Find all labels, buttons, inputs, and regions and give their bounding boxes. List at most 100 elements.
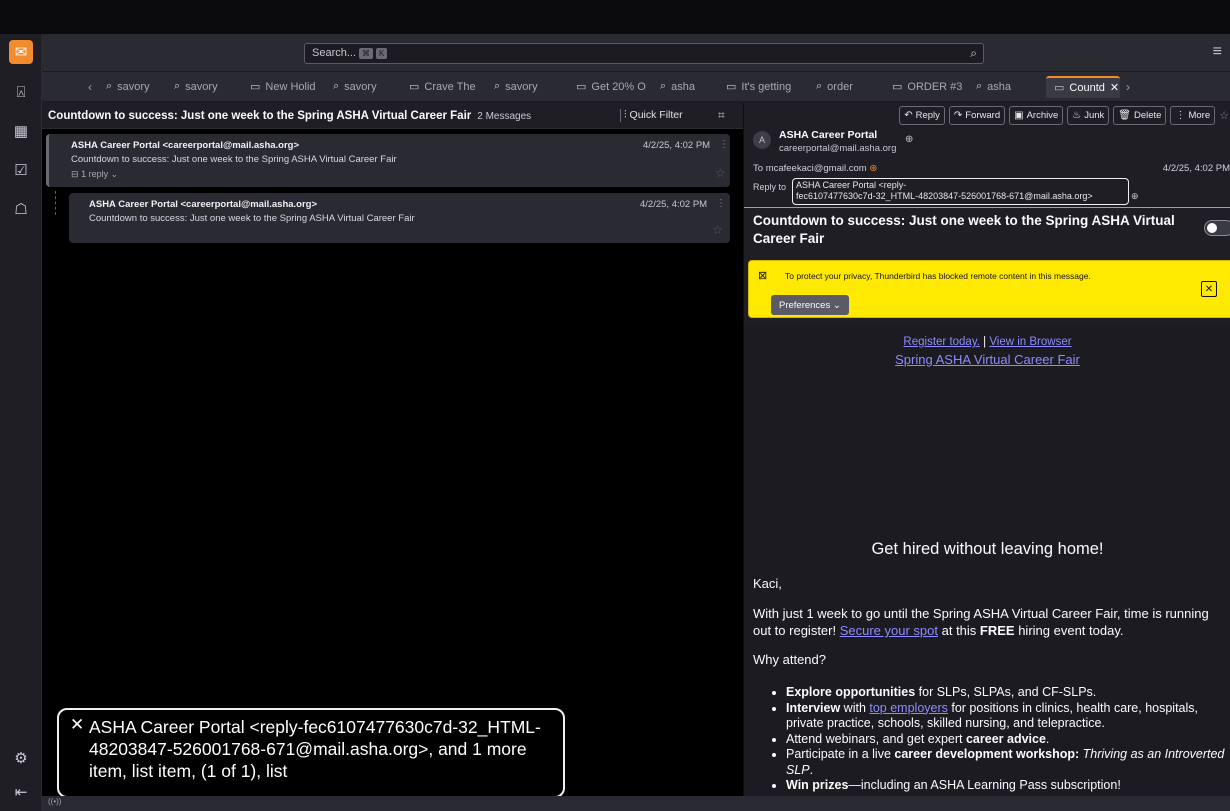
sender-email[interactable]: careerportal@mail.asha.org bbox=[779, 143, 896, 154]
tooltip-text: ASHA Career Portal <reply-fec6107477630c… bbox=[89, 717, 541, 781]
mail-icon[interactable]: ✉ bbox=[9, 40, 33, 64]
star-icon[interactable]: ☆ bbox=[1219, 109, 1229, 122]
thread-header: Countdown to success: Just one week to t… bbox=[42, 103, 743, 129]
career-fair-link[interactable]: Spring ASHA Virtual Career Fair bbox=[895, 352, 1080, 367]
tab-label: savory bbox=[117, 80, 150, 93]
spaces-toolbar: ✉ ⍓ ▦ ☑ ☖ ⚙ ⇤ bbox=[0, 34, 42, 811]
tab-label: asha bbox=[671, 80, 696, 93]
preferences-button[interactable]: Preferences ⌄ bbox=[771, 295, 849, 315]
search-icon: ⌕ bbox=[660, 80, 667, 92]
tab-label: New Holid bbox=[265, 80, 316, 93]
accessibility-tooltip: ✕ ASHA Career Portal <reply-fec610747763… bbox=[57, 708, 565, 798]
online-status-icon[interactable]: ((•)) bbox=[48, 797, 61, 806]
why-attend-heading: Why attend? bbox=[753, 652, 826, 667]
list-item: Interview with top employers for positio… bbox=[786, 701, 1230, 732]
benefits-list: Explore opportunities for SLPs, SLPAs, a… bbox=[776, 685, 1230, 794]
tab-label: asha bbox=[987, 80, 1012, 93]
calendar-icon[interactable]: ▦ bbox=[9, 119, 33, 143]
tab-label: Countd bbox=[1069, 81, 1105, 94]
thread-message-card[interactable]: ASHA Career Portal <careerportal@mail.as… bbox=[46, 134, 730, 187]
collapse-icon[interactable]: ⇤ bbox=[9, 780, 33, 804]
quick-filter-button[interactable]: ⫶ Quick Filter bbox=[624, 109, 683, 122]
recipient-email[interactable]: mcafeekaci@gmail.com bbox=[766, 163, 867, 174]
more-icon[interactable]: ⋮ bbox=[719, 139, 729, 150]
message-subject: Countdown to success: Just one week to t… bbox=[89, 213, 415, 224]
layout-icon[interactable]: ⌗ bbox=[718, 108, 725, 123]
dark-mode-toggle[interactable] bbox=[1204, 220, 1230, 236]
reply-count-icon: ⊟ bbox=[71, 169, 79, 179]
folder-icon: ▭ bbox=[892, 81, 903, 93]
list-item: Participate in a live career development… bbox=[786, 747, 1230, 778]
contact-badge-icon: ⊛ bbox=[869, 163, 878, 174]
to-line: To mcafeekaci@gmail.com ⊛ bbox=[753, 163, 878, 174]
junk-icon: ♨ bbox=[1072, 110, 1082, 121]
add-contact-icon[interactable]: ⊕ bbox=[905, 134, 913, 145]
tab[interactable]: ▭ Crave The bbox=[401, 76, 486, 98]
tab[interactable]: ▭ ORDER #3 bbox=[884, 76, 968, 98]
remote-content-notification: ⊠ To protect your privacy, Thunderbird h… bbox=[748, 260, 1230, 318]
star-icon[interactable]: ☆ bbox=[715, 166, 726, 180]
search-icon: ⌕ bbox=[816, 80, 823, 92]
more-icon[interactable]: ⋮ bbox=[716, 198, 726, 209]
more-button[interactable]: ⋮ More bbox=[1170, 106, 1216, 125]
search-icon: ⌕ bbox=[494, 80, 501, 92]
reply-to-label: Reply to bbox=[753, 182, 787, 192]
message-date: 4/2/25, 4:02 PM bbox=[643, 140, 711, 151]
message-subject: Countdown to success: Just one week to t… bbox=[71, 154, 397, 165]
chat-icon[interactable]: ☖ bbox=[9, 197, 33, 221]
close-icon[interactable]: ✕ bbox=[70, 714, 84, 736]
search-icon[interactable]: ⌕ bbox=[970, 46, 977, 61]
search-icon: ⌕ bbox=[333, 80, 340, 92]
tab[interactable]: ▭ New Holid bbox=[242, 76, 325, 98]
junk-button[interactable]: ♨ Junk bbox=[1067, 106, 1110, 125]
star-icon[interactable]: ☆ bbox=[712, 223, 723, 237]
trash-icon: 🗑 bbox=[1118, 110, 1131, 121]
search-input[interactable]: Search... ⌘ K ⌕ bbox=[304, 43, 984, 64]
tab[interactable]: ⌕ asha bbox=[968, 76, 1046, 98]
forward-button[interactable]: ↷ Forward bbox=[948, 106, 1006, 125]
message-from: ASHA Career Portal <careerportal@mail.as… bbox=[71, 140, 300, 151]
archive-icon: ▣ bbox=[1014, 110, 1024, 121]
tab[interactable]: ⌕ savory bbox=[486, 76, 568, 98]
chevron-left-icon[interactable]: ‹ bbox=[82, 80, 98, 94]
list-item: Explore opportunities for SLPs, SLPAs, a… bbox=[786, 685, 1230, 701]
list-item: Attend webinars, and get expert career a… bbox=[786, 732, 1230, 748]
close-icon[interactable]: ✕ bbox=[1201, 281, 1217, 297]
divider bbox=[620, 109, 621, 122]
tab-label: savory bbox=[344, 80, 377, 93]
archive-button[interactable]: ▣ Archive bbox=[1009, 106, 1064, 125]
register-link[interactable]: Register today. bbox=[903, 336, 980, 348]
tab[interactable]: ⌕ savory bbox=[325, 76, 401, 98]
email-headline: Get hired without leaving home! bbox=[871, 540, 1104, 558]
focus-divider bbox=[744, 207, 1230, 208]
tab[interactable]: ⌕ savory bbox=[166, 76, 242, 98]
sender-name[interactable]: ASHA Career Portal bbox=[779, 129, 877, 141]
delete-button[interactable]: 🗑 Delete bbox=[1113, 106, 1167, 125]
settings-icon[interactable]: ⚙ bbox=[9, 746, 33, 770]
add-contact-icon[interactable]: ⊕ bbox=[1131, 191, 1139, 202]
tab[interactable]: ⌕ savory bbox=[98, 76, 166, 98]
message-count: 2 Messages bbox=[477, 111, 532, 122]
chevron-right-icon[interactable]: › bbox=[1120, 80, 1136, 94]
app-menu-icon[interactable]: ≡ bbox=[1213, 43, 1222, 61]
forward-icon: ↷ bbox=[953, 110, 963, 121]
top-employers-link[interactable]: top employers bbox=[869, 701, 948, 715]
reply-to-address[interactable]: ASHA Career Portal <reply- fec6107477630… bbox=[792, 178, 1129, 205]
tab[interactable]: ⌕ asha bbox=[652, 76, 718, 98]
header-links: Register today. | View in Browser Spring… bbox=[895, 336, 1080, 367]
thread-message-card[interactable]: ASHA Career Portal <careerportal@mail.as… bbox=[69, 193, 730, 243]
tab[interactable]: ▭ It's getting bbox=[718, 76, 808, 98]
replies-toggle[interactable]: ⊟ 1 reply ⌄ bbox=[71, 169, 118, 180]
tab-active[interactable]: ▭ Countd ✕ bbox=[1046, 75, 1120, 98]
message-header-toolbar: ↶ Reply ↷ Forward ▣ Archive ♨ Junk 🗑 Delete ⋮… bbox=[744, 103, 1230, 128]
tab[interactable]: ⌕ order bbox=[808, 76, 884, 98]
folder-icon: ▭ bbox=[1054, 82, 1065, 94]
view-in-browser-link[interactable]: View in Browser bbox=[989, 336, 1071, 348]
reply-button[interactable]: ↶ Reply bbox=[899, 106, 945, 125]
close-icon[interactable]: ✕ bbox=[1110, 81, 1119, 94]
address-book-icon[interactable]: ⍓ bbox=[9, 80, 33, 104]
tab[interactable]: ▭ Get 20% O bbox=[568, 76, 652, 98]
secure-spot-link[interactable]: Secure your spot bbox=[840, 623, 938, 638]
thread-title: Countdown to success: Just one week to t… bbox=[48, 110, 532, 122]
tasks-icon[interactable]: ☑ bbox=[9, 158, 33, 182]
